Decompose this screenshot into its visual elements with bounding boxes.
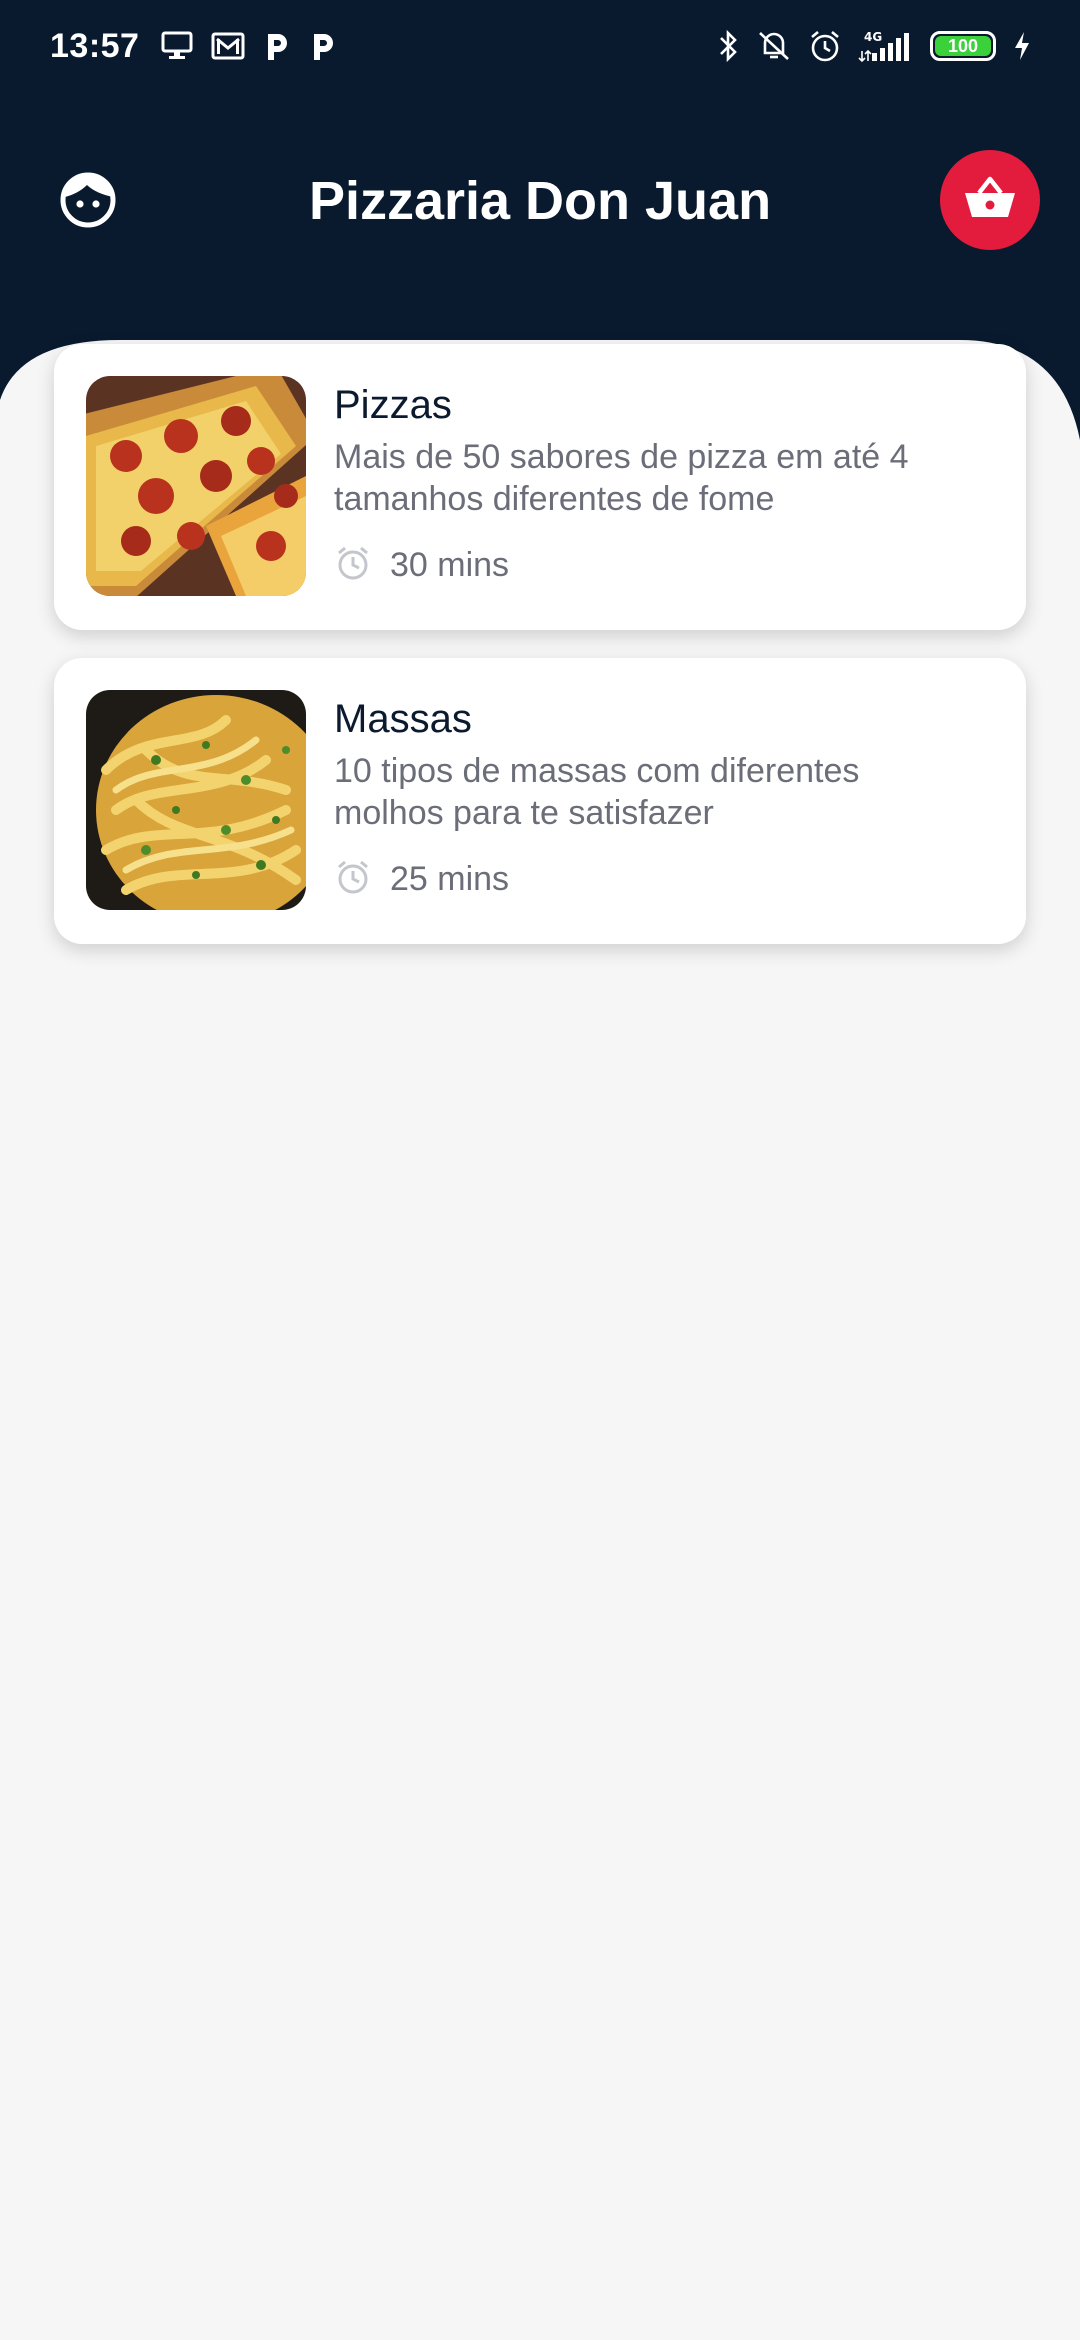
category-description: 10 tipos de massas com diferentes molhos… (334, 752, 860, 832)
category-title: Pizzas (334, 383, 452, 427)
mail-icon (211, 31, 245, 61)
status-bar: 13:57 4G 100 (0, 0, 1080, 92)
category-title: Massas (334, 697, 472, 741)
cart-button[interactable] (940, 150, 1040, 250)
bluetooth-icon (718, 29, 740, 63)
battery-indicator: 100 (930, 31, 996, 61)
alarm-clock-icon (334, 858, 372, 901)
alarm-clock-icon (334, 544, 372, 587)
prep-time-text: 30 mins (390, 546, 510, 584)
vibrate-off-icon (756, 29, 792, 63)
svg-text:4G: 4G (864, 30, 882, 44)
page-title: Pizzaria Don Juan (308, 171, 772, 231)
monitor-icon (161, 31, 193, 61)
battery-level: 100 (935, 36, 991, 56)
pasta-image (86, 690, 306, 910)
category-description: Mais de 50 sabores de pizza em até 4 tam… (334, 438, 909, 518)
p-app-icon (263, 30, 291, 62)
category-list: Pizzas Mais de 50 sabores de pizza em at… (54, 344, 1026, 972)
prep-time: 25 mins (334, 858, 974, 901)
app-bar: Pizzaria Don Juan (0, 140, 1080, 260)
signal-icon: 4G (858, 29, 914, 63)
pizza-image (86, 376, 306, 596)
category-card-pizzas[interactable]: Pizzas Mais de 50 sabores de pizza em at… (54, 344, 1026, 630)
prep-time-text: 25 mins (390, 860, 510, 898)
charging-icon (1012, 30, 1032, 62)
p-app-icon (309, 30, 337, 62)
status-time: 13:57 (50, 26, 140, 65)
prep-time: 30 mins (334, 544, 974, 587)
category-card-massas[interactable]: Massas 10 tipos de massas com diferentes… (54, 658, 1026, 944)
basket-icon (963, 175, 1017, 226)
alarm-icon (808, 29, 842, 63)
